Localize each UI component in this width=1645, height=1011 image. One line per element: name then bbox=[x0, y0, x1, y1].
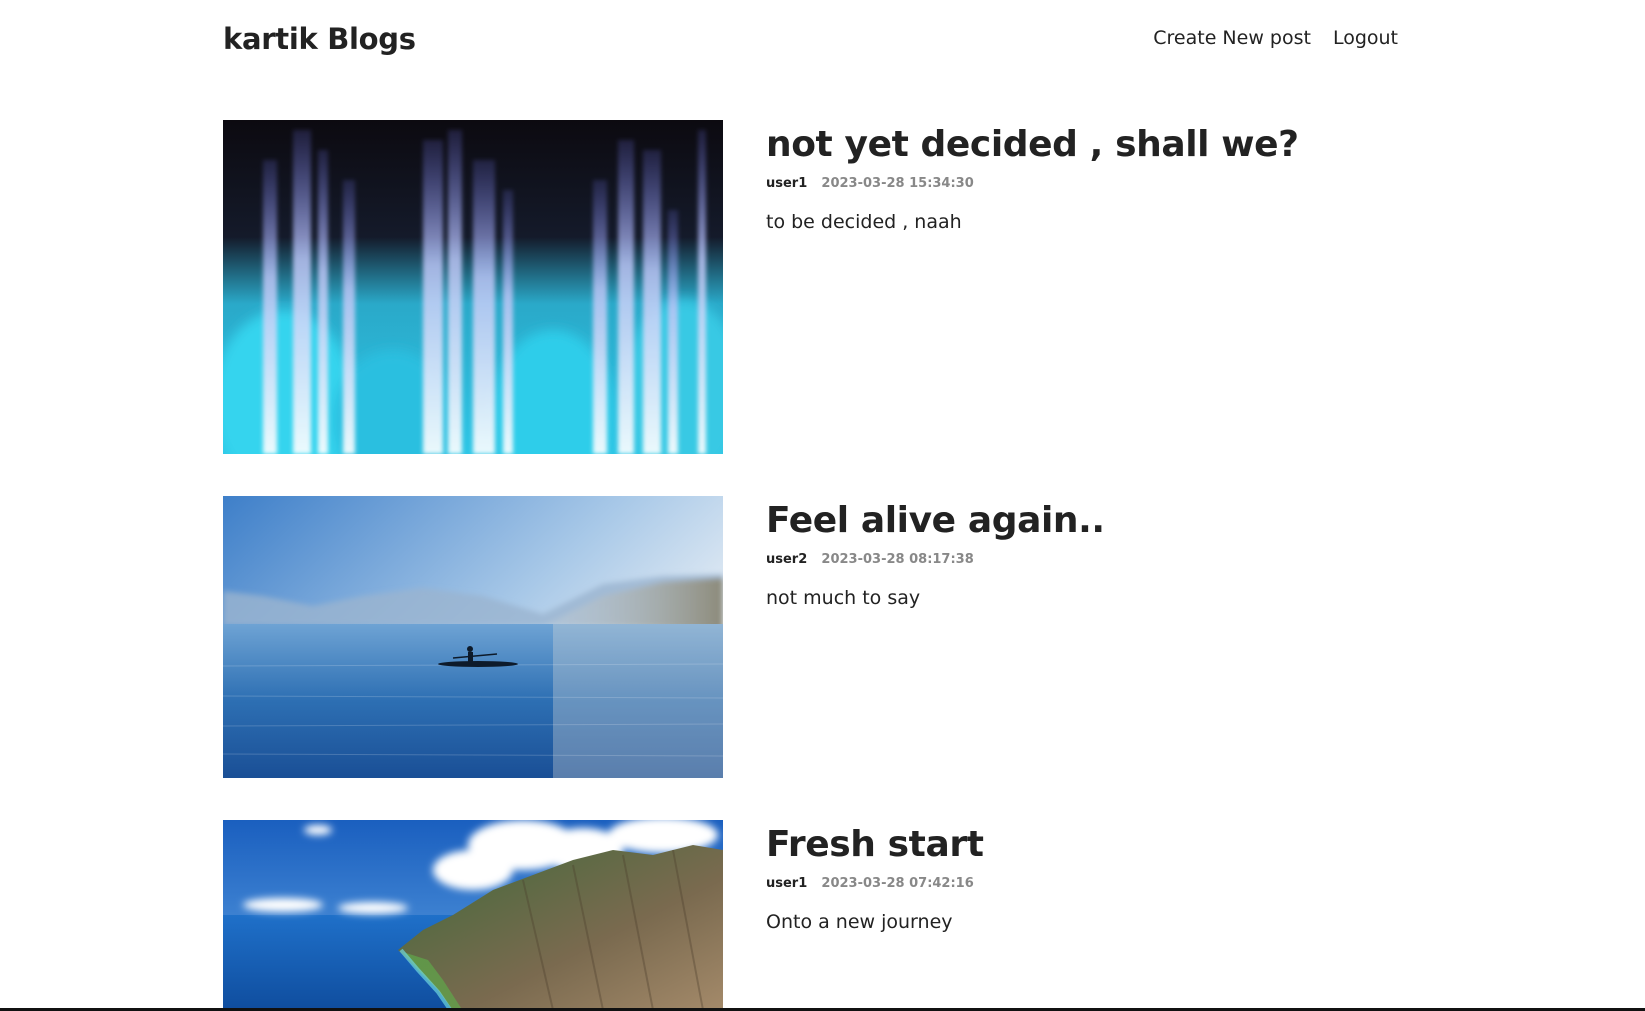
post-card: not yet decided , shall we? user1 2023-0… bbox=[223, 120, 1398, 454]
post-author[interactable]: user1 bbox=[766, 876, 807, 891]
fiber-optic-photo bbox=[223, 120, 723, 454]
post-image[interactable] bbox=[223, 120, 723, 454]
logout-link[interactable]: Logout bbox=[1333, 27, 1398, 49]
main-nav: Create New post Logout bbox=[1153, 27, 1398, 49]
coastline-photo bbox=[223, 820, 723, 1011]
post-timestamp: 2023-03-28 07:42:16 bbox=[821, 876, 974, 891]
post-author[interactable]: user2 bbox=[766, 552, 807, 567]
post-summary: to be decided , naah bbox=[766, 211, 962, 233]
post-content: Fresh start user1 2023-03-28 07:42:16 On… bbox=[766, 820, 1386, 936]
post-timestamp: 2023-03-28 15:34:30 bbox=[821, 176, 974, 191]
site-logo[interactable]: kartik Blogs bbox=[223, 22, 416, 56]
post-timestamp: 2023-03-28 08:17:38 bbox=[821, 552, 974, 567]
post-meta: user2 2023-03-28 08:17:38 bbox=[766, 550, 1386, 570]
post-content: Feel alive again.. user2 2023-03-28 08:1… bbox=[766, 496, 1386, 612]
post-title[interactable]: Feel alive again.. bbox=[766, 496, 1386, 546]
post-content: not yet decided , shall we? user1 2023-0… bbox=[766, 120, 1386, 236]
post-card: Fresh start user1 2023-03-28 07:42:16 On… bbox=[223, 820, 1398, 1011]
post-meta: user1 2023-03-28 07:42:16 bbox=[766, 874, 1386, 894]
post-card: Feel alive again.. user2 2023-03-28 08:1… bbox=[223, 496, 1398, 778]
post-image[interactable] bbox=[223, 496, 723, 778]
post-title[interactable]: Fresh start bbox=[766, 820, 1386, 870]
kayak-lake-photo bbox=[223, 496, 723, 778]
post-summary: not much to say bbox=[766, 587, 921, 609]
post-title[interactable]: not yet decided , shall we? bbox=[766, 120, 1386, 170]
create-new-post-link[interactable]: Create New post bbox=[1153, 27, 1311, 49]
post-image[interactable] bbox=[223, 820, 723, 1011]
site-header: kartik Blogs Create New post Logout bbox=[223, 14, 1398, 66]
post-meta: user1 2023-03-28 15:34:30 bbox=[766, 174, 1386, 194]
post-author[interactable]: user1 bbox=[766, 176, 807, 191]
post-summary: Onto a new journey bbox=[766, 911, 953, 933]
